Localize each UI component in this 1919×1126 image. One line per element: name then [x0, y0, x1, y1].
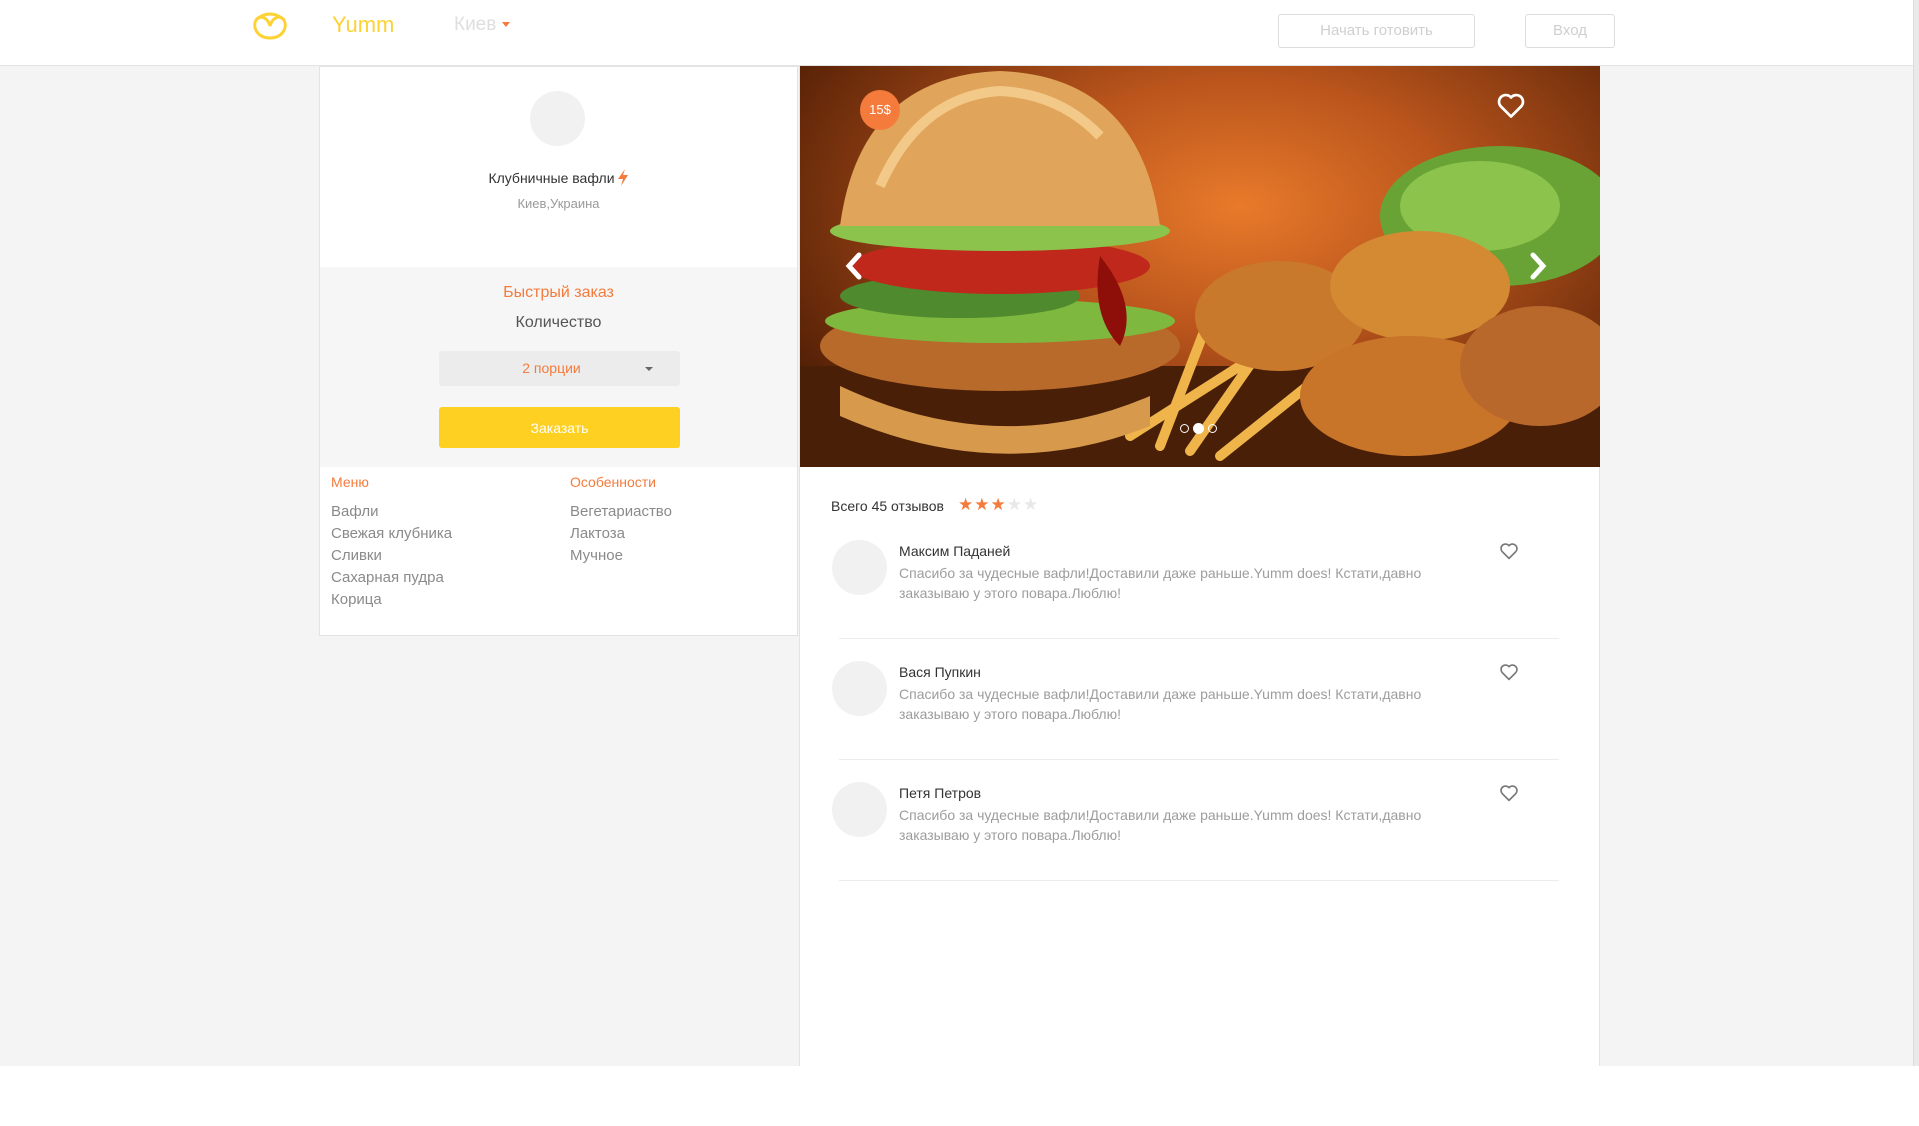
menu-item: Сливки [331, 547, 382, 564]
caret-down-icon [502, 22, 511, 28]
avatar[interactable] [832, 540, 887, 595]
quick-order-title: Быстрый заказ [503, 284, 614, 301]
page-footer-area [0, 1066, 1919, 1126]
divider [839, 880, 1559, 881]
review-item: Максим Паданей Спасибо за чудесные вафли… [831, 540, 1561, 660]
price-badge: 15$ [860, 90, 900, 130]
heart-icon[interactable] [1496, 92, 1526, 119]
features-list: Вегетариаство Лактоза Мучное [570, 501, 672, 567]
review-author[interactable]: Вася Пупкин [899, 664, 981, 680]
bolt-icon [617, 169, 628, 186]
quick-order-box: Быстрый заказ Количество 2 порции Заказа… [320, 267, 797, 467]
divider [839, 638, 1559, 639]
chef-avatar[interactable] [530, 91, 585, 146]
star-icon: ★ [1006, 495, 1023, 514]
chevron-right-icon[interactable] [1528, 252, 1548, 280]
feature-item: Лактоза [570, 525, 626, 542]
menu-item: Вафли [331, 503, 379, 520]
feature-item: Вегетариаство [570, 503, 672, 520]
star-icon: ★ [958, 495, 975, 514]
review-item: Петя Петров Спасибо за чудесные вафли!До… [831, 782, 1561, 902]
chef-location: Киев,Украина [517, 196, 600, 211]
features-title: Особенности [570, 474, 656, 490]
review-text: Спасибо за чудесные вафли!Доставили даже… [899, 807, 1422, 843]
chef-panel: Клубничные вафли Киев,Украина Быстрый за… [319, 66, 798, 636]
brand-name[interactable]: Yumm [332, 12, 394, 38]
city-dropdown[interactable]: Киев [454, 14, 511, 36]
rating-stars: ★★★★★ [958, 495, 1039, 515]
portions-value: 2 порции [522, 360, 581, 376]
scrollbar[interactable] [1913, 0, 1919, 1066]
reviews-count: Всего 45 отзывов [831, 498, 944, 514]
heart-icon[interactable] [1499, 542, 1519, 560]
city-label: Киев [454, 14, 497, 35]
login-button[interactable]: Вход [1525, 14, 1615, 48]
review-text: Спасибо за чудесные вафли!Доставили даже… [899, 565, 1422, 601]
star-icon: ★ [990, 495, 1007, 514]
menu-list: Вафли Свежая клубника Сливки Сахарная пу… [331, 501, 452, 611]
carousel-dot-active[interactable] [1193, 423, 1204, 434]
divider [839, 759, 1559, 760]
food-photo [800, 71, 1600, 467]
star-icon: ★ [1023, 495, 1040, 514]
caret-down-icon [645, 367, 653, 371]
menu-title: Меню [331, 474, 369, 490]
review-text: Спасибо за чудесные вафли!Доставили даже… [899, 686, 1422, 722]
heart-icon[interactable] [1499, 784, 1519, 802]
carousel-indicators [1180, 420, 1221, 438]
order-button[interactable]: Заказать [439, 407, 680, 448]
logo-icon[interactable] [250, 10, 290, 42]
menu-item: Сахарная пудра [331, 569, 444, 586]
review-author[interactable]: Максим Паданей [899, 543, 1010, 559]
review-author[interactable]: Петя Петров [899, 785, 981, 801]
carousel-dot[interactable] [1208, 424, 1217, 433]
menu-item: Свежая клубника [331, 525, 453, 542]
start-cooking-button[interactable]: Начать готовить [1278, 14, 1475, 48]
quantity-label: Количество [515, 314, 602, 331]
carousel-dot[interactable] [1180, 424, 1189, 433]
heart-icon[interactable] [1499, 663, 1519, 681]
photo-carousel[interactable]: 15$ [800, 66, 1600, 467]
dish-title: Клубничные вафли [320, 169, 797, 186]
navbar: Yumm Киев Начать готовить Вход [0, 0, 1913, 66]
menu-item: Корица [331, 591, 382, 608]
star-icon: ★ [974, 495, 991, 514]
dish-title-text: Клубничные вафли [488, 170, 615, 186]
portions-select[interactable]: 2 порции [439, 351, 680, 386]
chevron-left-icon[interactable] [844, 252, 864, 280]
dish-detail-panel: 15$ Всего 45 отзывов ★★★★★ Максим Падане… [799, 66, 1600, 1066]
feature-item: Мучное [570, 547, 623, 564]
avatar[interactable] [832, 661, 887, 716]
review-item: Вася Пупкин Спасибо за чудесные вафли!До… [831, 661, 1561, 781]
avatar[interactable] [832, 782, 887, 837]
